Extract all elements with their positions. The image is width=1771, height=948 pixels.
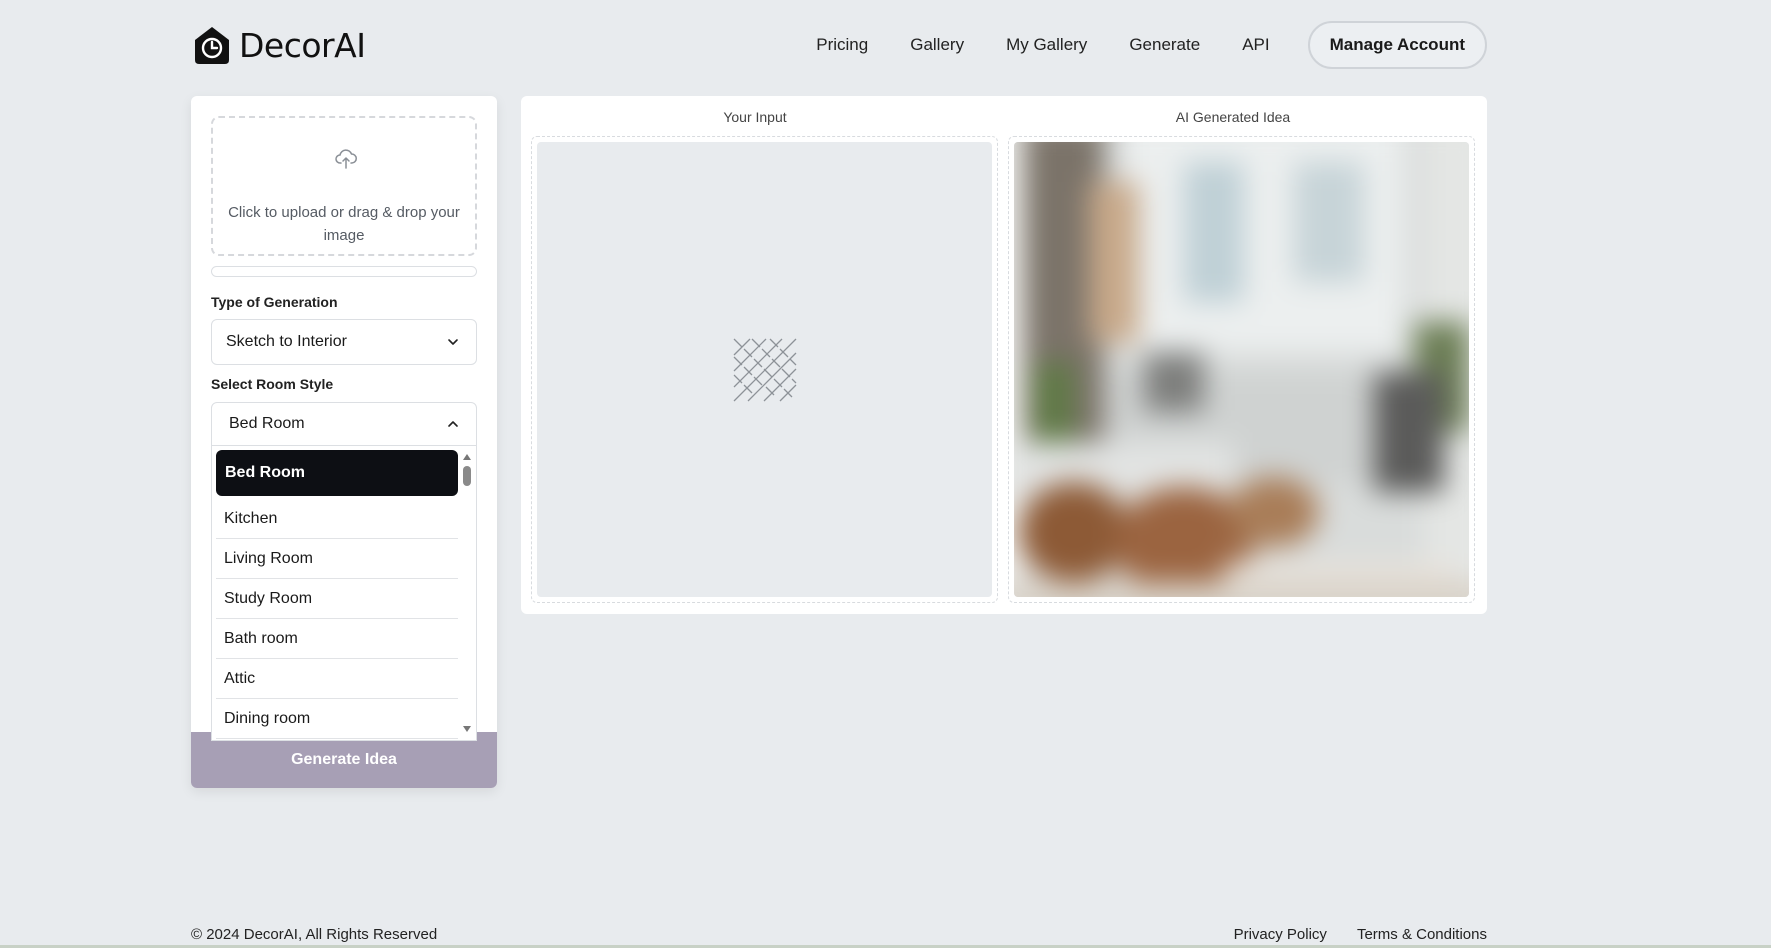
image-placeholder-icon: [733, 338, 797, 402]
upload-progress-bar: [211, 266, 477, 277]
room-style-select[interactable]: Bed Room: [211, 402, 477, 446]
room-option-bed-room[interactable]: Bed Room: [216, 450, 458, 496]
site-header: DecorAI Pricing Gallery My Gallery Gener…: [191, 20, 1487, 70]
ai-column-title: AI Generated Idea: [1175, 109, 1291, 125]
input-image-placeholder[interactable]: [537, 142, 992, 597]
generation-type-select[interactable]: Sketch to Interior: [211, 319, 477, 365]
room-option-bath-room[interactable]: Bath room: [216, 619, 458, 659]
brand-logo[interactable]: DecorAI: [191, 24, 366, 66]
scrollbar-thumb[interactable]: [463, 466, 471, 486]
control-panel: Click to upload or drag & drop your imag…: [191, 96, 497, 788]
room-style-label: Select Room Style: [211, 376, 334, 392]
privacy-policy-link[interactable]: Privacy Policy: [1234, 926, 1327, 943]
room-option-dining-room[interactable]: Dining room: [216, 699, 458, 739]
scroll-down-arrow-icon[interactable]: [463, 726, 471, 732]
cloud-upload-icon: [335, 149, 357, 169]
generation-type-value: Sketch to Interior: [226, 333, 347, 350]
main-nav: Pricing Gallery My Gallery Generate API …: [774, 21, 1487, 69]
footer-links: Privacy Policy Terms & Conditions: [1204, 926, 1487, 943]
ai-image-frame: [1008, 136, 1475, 603]
preview-panel: Your Input AI Generated Idea: [521, 96, 1487, 614]
ai-generated-image[interactable]: [1014, 142, 1469, 597]
room-option-study-room[interactable]: Study Room: [216, 579, 458, 619]
blurred-room-image: [1014, 142, 1469, 597]
nav-generate[interactable]: Generate: [1129, 35, 1200, 55]
room-option-kitchen[interactable]: Kitchen: [216, 499, 458, 539]
scroll-up-arrow-icon[interactable]: [463, 454, 471, 460]
input-image-frame: [531, 136, 998, 603]
input-column-title: Your Input: [723, 109, 787, 125]
brand-name: DecorAI: [239, 25, 366, 65]
room-option-attic[interactable]: Attic: [216, 659, 458, 699]
image-upload-dropzone[interactable]: Click to upload or drag & drop your imag…: [211, 116, 477, 256]
room-style-dropdown[interactable]: Bed Room Kitchen Living Room Study Room …: [211, 445, 477, 741]
room-style-value: Bed Room: [229, 415, 305, 432]
chevron-up-icon: [448, 421, 458, 427]
nav-api[interactable]: API: [1242, 35, 1269, 55]
nav-pricing[interactable]: Pricing: [816, 35, 868, 55]
house-clock-icon: [195, 27, 229, 64]
footer-copyright: © 2024 DecorAI, All Rights Reserved: [191, 926, 438, 943]
room-option-living-room[interactable]: Living Room: [216, 539, 458, 579]
chevron-down-icon: [448, 339, 458, 345]
dropdown-scrollbar[interactable]: [460, 446, 474, 740]
nav-my-gallery[interactable]: My Gallery: [1006, 35, 1087, 55]
upload-instructions: Click to upload or drag & drop your imag…: [228, 204, 460, 244]
nav-gallery[interactable]: Gallery: [910, 35, 964, 55]
generation-type-label: Type of Generation: [211, 294, 338, 310]
terms-conditions-link[interactable]: Terms & Conditions: [1357, 926, 1487, 943]
manage-account-button[interactable]: Manage Account: [1307, 21, 1487, 69]
